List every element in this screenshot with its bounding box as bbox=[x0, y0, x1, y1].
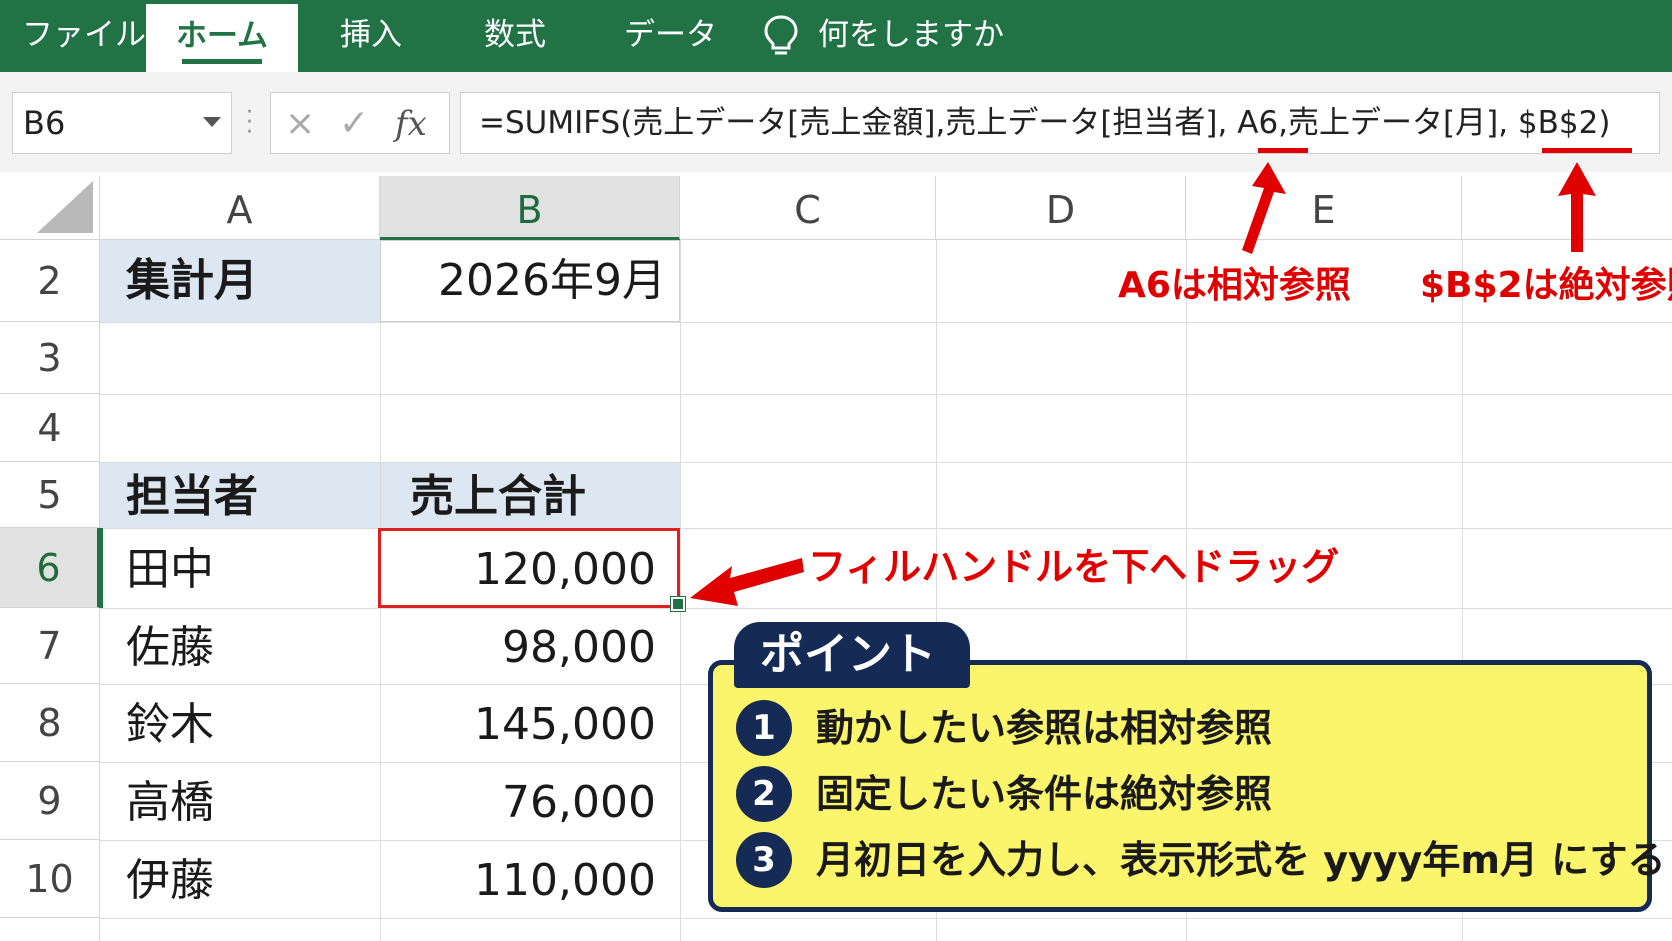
row-header-10[interactable]: 10 bbox=[0, 840, 100, 918]
ribbon-tab-bar: ファイル ホーム 挿入 数式 データ 何をしますか bbox=[0, 0, 1672, 72]
cell-b10[interactable]: 110,000 bbox=[380, 840, 656, 922]
tab-file[interactable]: ファイル bbox=[22, 0, 146, 72]
tab-formulas[interactable]: 数式 bbox=[484, 0, 546, 72]
absolute-ref-note: $B$2は絶対参照 bbox=[1420, 265, 1672, 306]
tab-insert[interactable]: 挿入 bbox=[340, 0, 402, 72]
arrow-left-icon bbox=[690, 558, 804, 606]
row-header-5[interactable]: 5 bbox=[0, 462, 100, 528]
row-header-8[interactable]: 8 bbox=[0, 684, 100, 762]
fill-handle[interactable] bbox=[670, 596, 686, 612]
column-header-d[interactable]: D bbox=[936, 176, 1186, 240]
row-header-6[interactable]: 6 bbox=[0, 528, 100, 608]
formula-text: =SUMIFS(売上データ[売上金額],売上データ[担当者], A6,売上データ… bbox=[479, 93, 1610, 153]
gridline bbox=[100, 918, 1672, 919]
cell-b5[interactable]: 売上合計 bbox=[410, 462, 586, 532]
relative-ref-note: A6は相対参照 bbox=[1118, 265, 1351, 306]
gridline bbox=[100, 394, 1672, 395]
lightbulb-icon[interactable] bbox=[762, 14, 800, 58]
number-badge: 1 bbox=[736, 700, 792, 756]
tell-me-search[interactable]: 何をしますか bbox=[818, 0, 1004, 72]
chevron-down-icon[interactable] bbox=[203, 117, 221, 127]
point-item-text: 固定したい条件は絶対参照 bbox=[816, 772, 1273, 816]
tab-home-label: ホーム bbox=[175, 18, 269, 54]
cell-a2[interactable]: 集計月 bbox=[126, 240, 258, 322]
point-title: ポイント bbox=[734, 622, 970, 688]
row-header-9[interactable]: 9 bbox=[0, 762, 100, 840]
gridline bbox=[100, 608, 1672, 609]
active-row-marker bbox=[100, 528, 103, 608]
formula-ref-a6: A6 bbox=[1237, 105, 1279, 141]
cell-a7[interactable]: 佐藤 bbox=[126, 608, 214, 688]
cell-b2[interactable]: 2026年9月 bbox=[380, 240, 666, 322]
column-header-c[interactable]: C bbox=[680, 176, 936, 240]
tab-data[interactable]: データ bbox=[624, 0, 717, 72]
arrow-up-icon bbox=[1242, 162, 1286, 254]
point-item-text: 動かしたい参照は相対参照 bbox=[816, 706, 1273, 750]
tab-home[interactable]: ホーム bbox=[146, 4, 298, 72]
b2-underline bbox=[1542, 148, 1632, 153]
cell-a5[interactable]: 担当者 bbox=[126, 462, 258, 532]
arrow-up-icon bbox=[1558, 162, 1596, 252]
row-header-7[interactable]: 7 bbox=[0, 608, 100, 684]
formula-ref-b2: $B$2 bbox=[1517, 105, 1599, 141]
cell-b7[interactable]: 98,000 bbox=[380, 608, 656, 688]
active-tab-underline bbox=[182, 59, 262, 64]
formula-buttons: × ✓ fx bbox=[270, 92, 450, 154]
fill-handle-note: フィルハンドルを下へドラッグ bbox=[808, 545, 1340, 589]
cell-a6[interactable]: 田中 bbox=[126, 528, 214, 612]
number-badge: 2 bbox=[736, 766, 792, 822]
enter-check-icon[interactable]: ✓ bbox=[339, 93, 369, 155]
formula-input[interactable]: =SUMIFS(売上データ[売上金額],売上データ[担当者], A6,売上データ… bbox=[460, 92, 1660, 154]
cell-a8[interactable]: 鈴木 bbox=[126, 684, 214, 766]
column-header-a[interactable]: A bbox=[100, 176, 380, 240]
name-box[interactable]: B6 bbox=[12, 92, 232, 154]
formula-part-2: ,売上データ[月], bbox=[1278, 105, 1518, 141]
cell-b8[interactable]: 145,000 bbox=[380, 684, 656, 766]
formula-bar-area: B6 · · · × ✓ fx =SUMIFS(売上データ[売上金額],売上データ[… bbox=[0, 72, 1672, 172]
splitter-dots-icon[interactable]: · · · bbox=[246, 102, 253, 144]
insert-function-icon[interactable]: fx bbox=[395, 93, 427, 155]
cell-b9[interactable]: 76,000 bbox=[380, 762, 656, 844]
select-all-corner[interactable] bbox=[0, 176, 100, 240]
cell-a9[interactable]: 高橋 bbox=[126, 762, 214, 844]
row-header-11[interactable] bbox=[0, 918, 100, 941]
gridline bbox=[100, 462, 1672, 463]
gridline bbox=[100, 528, 1672, 529]
gridline bbox=[680, 240, 681, 941]
formula-part-1: =SUMIFS(売上データ[売上金額],売上データ[担当者], bbox=[479, 105, 1238, 141]
column-header-b[interactable]: B bbox=[380, 176, 680, 240]
point-item-text: 月初日を入力し、表示形式を yyyy年m月 にする bbox=[816, 838, 1666, 882]
select-all-triangle bbox=[37, 181, 93, 233]
row-header-2[interactable]: 2 bbox=[0, 240, 100, 322]
a6-underline bbox=[1258, 148, 1308, 153]
name-box-value: B6 bbox=[23, 104, 66, 142]
selected-cell-outline bbox=[378, 528, 680, 608]
cancel-icon[interactable]: × bbox=[285, 93, 315, 155]
cell-a10[interactable]: 伊藤 bbox=[126, 840, 214, 922]
number-badge: 3 bbox=[736, 832, 792, 888]
row-header-3[interactable]: 3 bbox=[0, 322, 100, 394]
gridline bbox=[100, 322, 1672, 323]
column-header-e[interactable]: E bbox=[1186, 176, 1462, 240]
row-header-4[interactable]: 4 bbox=[0, 394, 100, 462]
formula-part-3: ) bbox=[1598, 105, 1611, 141]
